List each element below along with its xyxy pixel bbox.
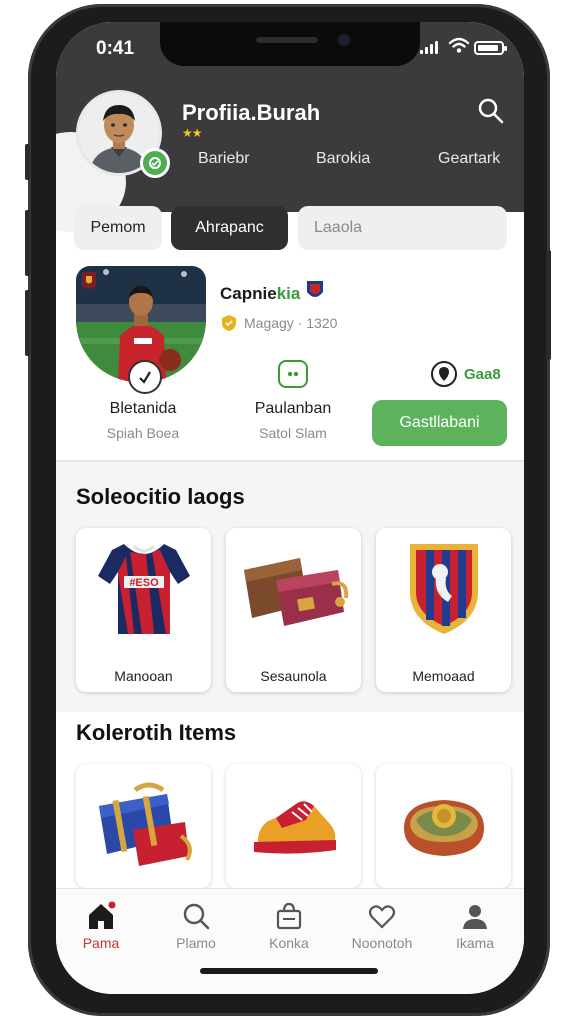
shield-icon [222, 315, 236, 331]
primary-action-button[interactable]: Gastllabani [372, 400, 507, 446]
home-indicator[interactable] [200, 968, 378, 974]
notch [160, 22, 420, 66]
filter-ahrapanc[interactable]: Ahrapanc [171, 206, 288, 250]
search-icon [478, 98, 504, 124]
location-icon[interactable] [430, 360, 458, 388]
item-tile-amulet[interactable] [376, 764, 511, 888]
tab-barokia[interactable]: Barokia [316, 150, 370, 168]
battery-icon [474, 41, 507, 55]
player-meta: Magagy · 1320 [220, 314, 337, 332]
nav-label: Konka [269, 935, 309, 951]
bottom-navigation: Pama Plamo Konka Noonotoh Ikama [56, 888, 524, 994]
tab-bariebr[interactable]: Bariebr [198, 150, 250, 168]
amulet-icon [376, 764, 511, 884]
section-1-title: Soleocitio laogs [76, 484, 245, 509]
rating-stars: ★★ [182, 126, 202, 140]
profile-name: Profiia.Burah [182, 100, 321, 125]
stat-1-sub: Spiah Boea [106, 425, 180, 441]
profile-icon [463, 905, 487, 929]
item-tile-crest[interactable]: Memoaad [376, 528, 511, 692]
nav-label: Pama [82, 935, 120, 951]
stat-2-label: Paulanban [254, 400, 332, 417]
volume-down-button [25, 290, 30, 356]
volume-up-button [25, 210, 30, 276]
nav-label: Noonotoh [351, 935, 413, 951]
search-icon [183, 903, 210, 930]
luggage-icon [76, 764, 211, 884]
signal-icon [420, 40, 438, 54]
stat-2-sub: Satol Slam [259, 425, 327, 441]
nav-shop[interactable]: Konka [244, 889, 334, 969]
item-tile-luggage[interactable] [76, 764, 211, 888]
search-filter-input[interactable]: Laaola [298, 206, 507, 250]
item-tile-boot[interactable] [226, 764, 361, 888]
tab-geartark[interactable]: Geartark [438, 150, 500, 168]
nav-home[interactable]: Pama [56, 889, 146, 969]
position-badge-icon [128, 360, 162, 394]
speaker-grille [256, 37, 318, 43]
message-icon[interactable] [278, 360, 308, 388]
home-icon [89, 901, 116, 929]
heart-icon [368, 905, 396, 929]
club-crest-icon [307, 281, 323, 297]
svg-text:#ESO: #ESO [129, 577, 159, 589]
jersey-icon: #ESO [76, 528, 211, 648]
nav-label: Ikama [455, 935, 495, 951]
club-name: Capniekia [220, 284, 301, 303]
shop-icon [276, 902, 302, 930]
item-label: Memoaad [412, 668, 475, 684]
boot-icon [226, 764, 361, 884]
item-tile-bag[interactable]: Sesaunola [226, 528, 361, 692]
search-button[interactable] [476, 96, 506, 126]
nav-search[interactable]: Plamo [151, 889, 241, 969]
meta-text: Magagy · 1320 [244, 315, 338, 331]
item-label: Manooan [114, 668, 173, 684]
nav-favorites[interactable]: Noonotoh [337, 889, 427, 969]
bag-icon [226, 528, 361, 648]
front-camera [338, 34, 350, 46]
verified-badge-icon [140, 148, 170, 178]
player-score: Gaa8 [464, 366, 501, 383]
screen: Profiia.Burah ★★ Bariebr Barokia Geartar… [56, 22, 524, 994]
section-2-title: Kolerotih Items [76, 720, 237, 745]
power-button [546, 250, 551, 360]
item-tile-jersey[interactable]: #ESO Manooan [76, 528, 211, 692]
stat-1-label: Bletanida [109, 400, 177, 417]
mute-switch [25, 144, 30, 180]
nav-profile[interactable]: Ikama [430, 889, 520, 969]
wifi-icon [448, 37, 470, 53]
status-time: 0:41 [96, 38, 135, 59]
item-label: Sesaunola [260, 668, 327, 684]
nav-label: Plamo [176, 935, 216, 951]
crest-icon [376, 528, 511, 648]
filter-pemom[interactable]: Pemom [74, 206, 162, 250]
